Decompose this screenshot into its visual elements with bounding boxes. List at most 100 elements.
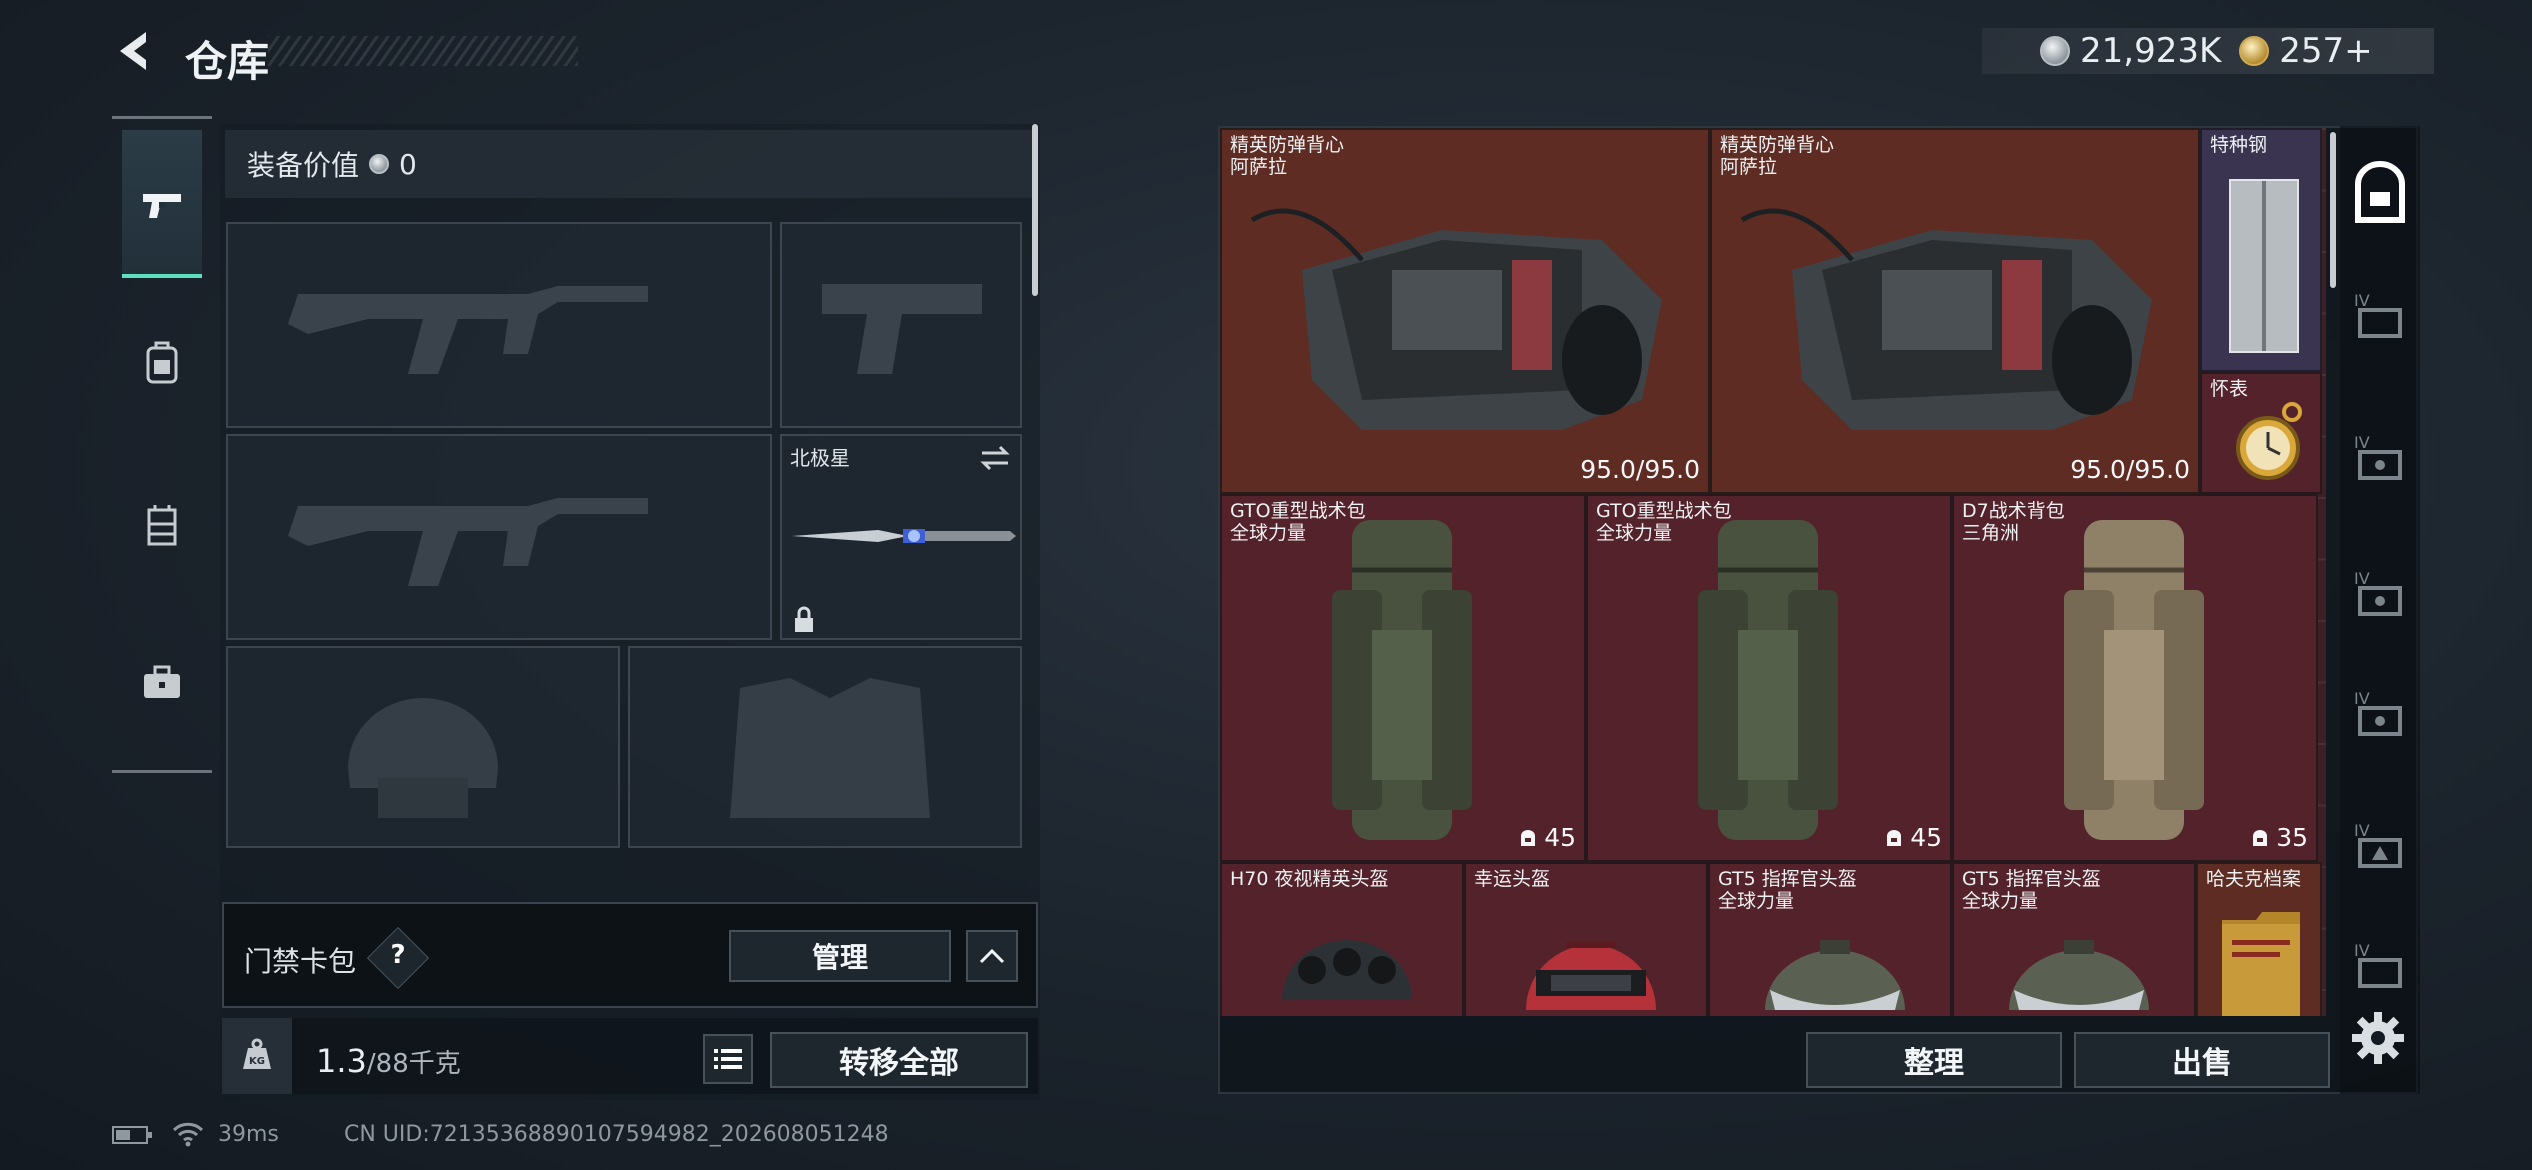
tier4-case-icon[interactable]: IV [2344, 928, 2416, 1000]
equipment-value-bar: 装备价值 0 [225, 130, 1035, 198]
armor-silhouette-icon [730, 678, 930, 818]
melee-slot-label: 北极星 [790, 446, 850, 470]
item-capacity: 45 [1884, 823, 1942, 852]
storage-item-helmet[interactable]: H70 夜视精英头盔 [1220, 862, 1464, 1016]
page-title: 仓库 [185, 37, 270, 86]
help-icon-glyph: ? [390, 940, 406, 970]
item-capacity: 35 [2250, 823, 2308, 852]
list-view-button[interactable] [703, 1034, 753, 1084]
helmet-slot[interactable] [226, 646, 620, 848]
item-capacity: 45 [1518, 823, 1576, 852]
current-weight: 1.3 [316, 1042, 367, 1080]
storage-item-helmet[interactable]: GT5 指挥官头盔 全球力量 [1952, 862, 2196, 1016]
primary-weapon-slot[interactable] [226, 222, 772, 428]
pistol-silhouette-icon [822, 284, 982, 374]
storage-item-armor-vest[interactable]: 精英防弹背心 阿萨拉 95.0/95.0 [1220, 128, 1710, 494]
item-subtitle: 阿萨拉 [1720, 156, 1778, 178]
tier4-case-icon[interactable]: IV [2344, 420, 2416, 492]
rifle-silhouette-icon [288, 498, 648, 586]
tier4-case-icon[interactable]: IV [2344, 556, 2416, 628]
folder-icon [2222, 912, 2300, 1016]
chevron-up-icon [979, 948, 1005, 964]
helmet-silhouette-icon [348, 698, 498, 818]
nav-divider-top [112, 116, 212, 119]
swap-icon[interactable] [978, 444, 1012, 472]
weight-icon-box: KG [222, 1018, 292, 1094]
sidearm-slot[interactable] [780, 222, 1022, 428]
svg-text:KG: KG [249, 1056, 265, 1067]
storage-grid[interactable]: 精英防弹背心 阿萨拉 95.0/95.0 精英防弹背心 阿萨拉 95.0/95.… [1220, 128, 2326, 1016]
silver-amount: 21,923K [2080, 31, 2222, 71]
storage-item-armor-vest[interactable]: 精英防弹背心 阿萨拉 95.0/95.0 [1710, 128, 2200, 494]
chest-rig-icon[interactable] [137, 500, 187, 550]
backpack-item-icon [1332, 520, 1472, 840]
max-weight: /88千克 [366, 1049, 461, 1079]
gold-currency[interactable]: 257+ [2239, 31, 2373, 71]
silver-currency[interactable]: 21,923K [2040, 31, 2221, 71]
storage-scrollbar[interactable] [2330, 132, 2336, 288]
gear-icon[interactable] [2350, 1010, 2406, 1066]
item-name: GT5 指挥官头盔 [1962, 868, 2101, 890]
storage-item-special-steel[interactable]: 特种钢 [2200, 128, 2322, 372]
gold-amount: 257+ [2279, 31, 2373, 71]
title-decoration [268, 36, 578, 66]
storage-item-backpack[interactable]: GTO重型战术包 全球力量 45 [1586, 494, 1952, 862]
item-name: 幸运头盔 [1474, 868, 1551, 890]
tier4-case-icon[interactable]: IV [2344, 676, 2416, 748]
tier4-case-icon[interactable]: IV [2344, 808, 2416, 880]
silver-coin-icon [2040, 36, 2070, 66]
card-pack-label: 门禁卡包 [244, 945, 357, 978]
sell-button[interactable]: 出售 [2074, 1032, 2330, 1088]
nvg-helmet-icon [1282, 940, 1412, 1000]
capacity-icon [1521, 829, 1536, 846]
secondary-weapon-slot[interactable] [226, 434, 772, 640]
armor-vest-icon [1250, 208, 1662, 430]
armor-slot[interactable] [628, 646, 1022, 848]
backpack-icon[interactable] [137, 338, 187, 388]
item-subtitle: 全球力量 [1718, 890, 1795, 912]
wifi-icon [172, 1122, 204, 1147]
item-durability: 95.0/95.0 [1580, 455, 1700, 484]
item-durability: 95.0/95.0 [2070, 455, 2190, 484]
svg-text:IV: IV [2354, 569, 2370, 588]
item-name: 精英防弹背心 [1720, 134, 1835, 156]
collapse-button[interactable] [966, 930, 1018, 982]
steel-ingot-icon [2229, 179, 2299, 353]
nav-divider-bottom [112, 770, 212, 773]
uid-readout: CN UID:721353688901075949​82_20260805124… [344, 1122, 889, 1147]
pistol-icon[interactable] [137, 180, 187, 230]
equipment-scrollbar[interactable] [1032, 124, 1038, 296]
storage-item-pocket-watch[interactable]: 怀表 [2200, 372, 2322, 494]
commander-helmet-icon [1765, 940, 1905, 1010]
melee-slot[interactable]: 北极星 [780, 434, 1022, 640]
lock-icon [795, 606, 813, 632]
silver-coin-icon [369, 154, 390, 174]
back-arrow-icon[interactable] [110, 26, 160, 76]
item-name: 精英防弹背心 [1230, 134, 1345, 156]
svg-text:IV: IV [2354, 941, 2370, 960]
battery-icon [112, 1126, 152, 1144]
gold-coin-icon [2239, 36, 2270, 66]
storage-item-backpack[interactable]: D7战术背包 三角洲 35 [1952, 494, 2318, 862]
storage-item-dossier[interactable]: 哈夫克档案 [2196, 862, 2322, 1016]
safe-icon[interactable] [2344, 158, 2416, 230]
carry-weight-readout: 1.3/88千克 [316, 1042, 461, 1080]
storage-item-backpack[interactable]: GTO重型战术包 全球力量 45 [1220, 494, 1586, 862]
commander-helmet-icon [2009, 940, 2149, 1010]
backpack-item-icon [2064, 520, 2204, 840]
rifle-silhouette-icon [288, 286, 648, 374]
tier4-case-icon[interactable]: IV [2344, 278, 2416, 350]
briefcase-icon[interactable] [137, 658, 187, 708]
list-icon [714, 1049, 742, 1069]
transfer-all-button[interactable]: 转移全部 [770, 1032, 1028, 1088]
red-helmet-icon [1526, 942, 1656, 1010]
item-subtitle: 阿萨拉 [1230, 156, 1288, 178]
storage-item-helmet[interactable]: 幸运头盔 [1464, 862, 1708, 1016]
item-subtitle: 三角洲 [1962, 522, 2020, 544]
item-name: 哈夫克档案 [2206, 868, 2302, 890]
manage-button[interactable]: 管理 [729, 930, 951, 982]
sort-button[interactable]: 整理 [1806, 1032, 2062, 1088]
storage-item-helmet[interactable]: GT5 指挥官头盔 全球力量 [1708, 862, 1952, 1016]
item-subtitle: 全球力量 [1962, 890, 2039, 912]
item-name: D7战术背包 [1962, 500, 2065, 522]
